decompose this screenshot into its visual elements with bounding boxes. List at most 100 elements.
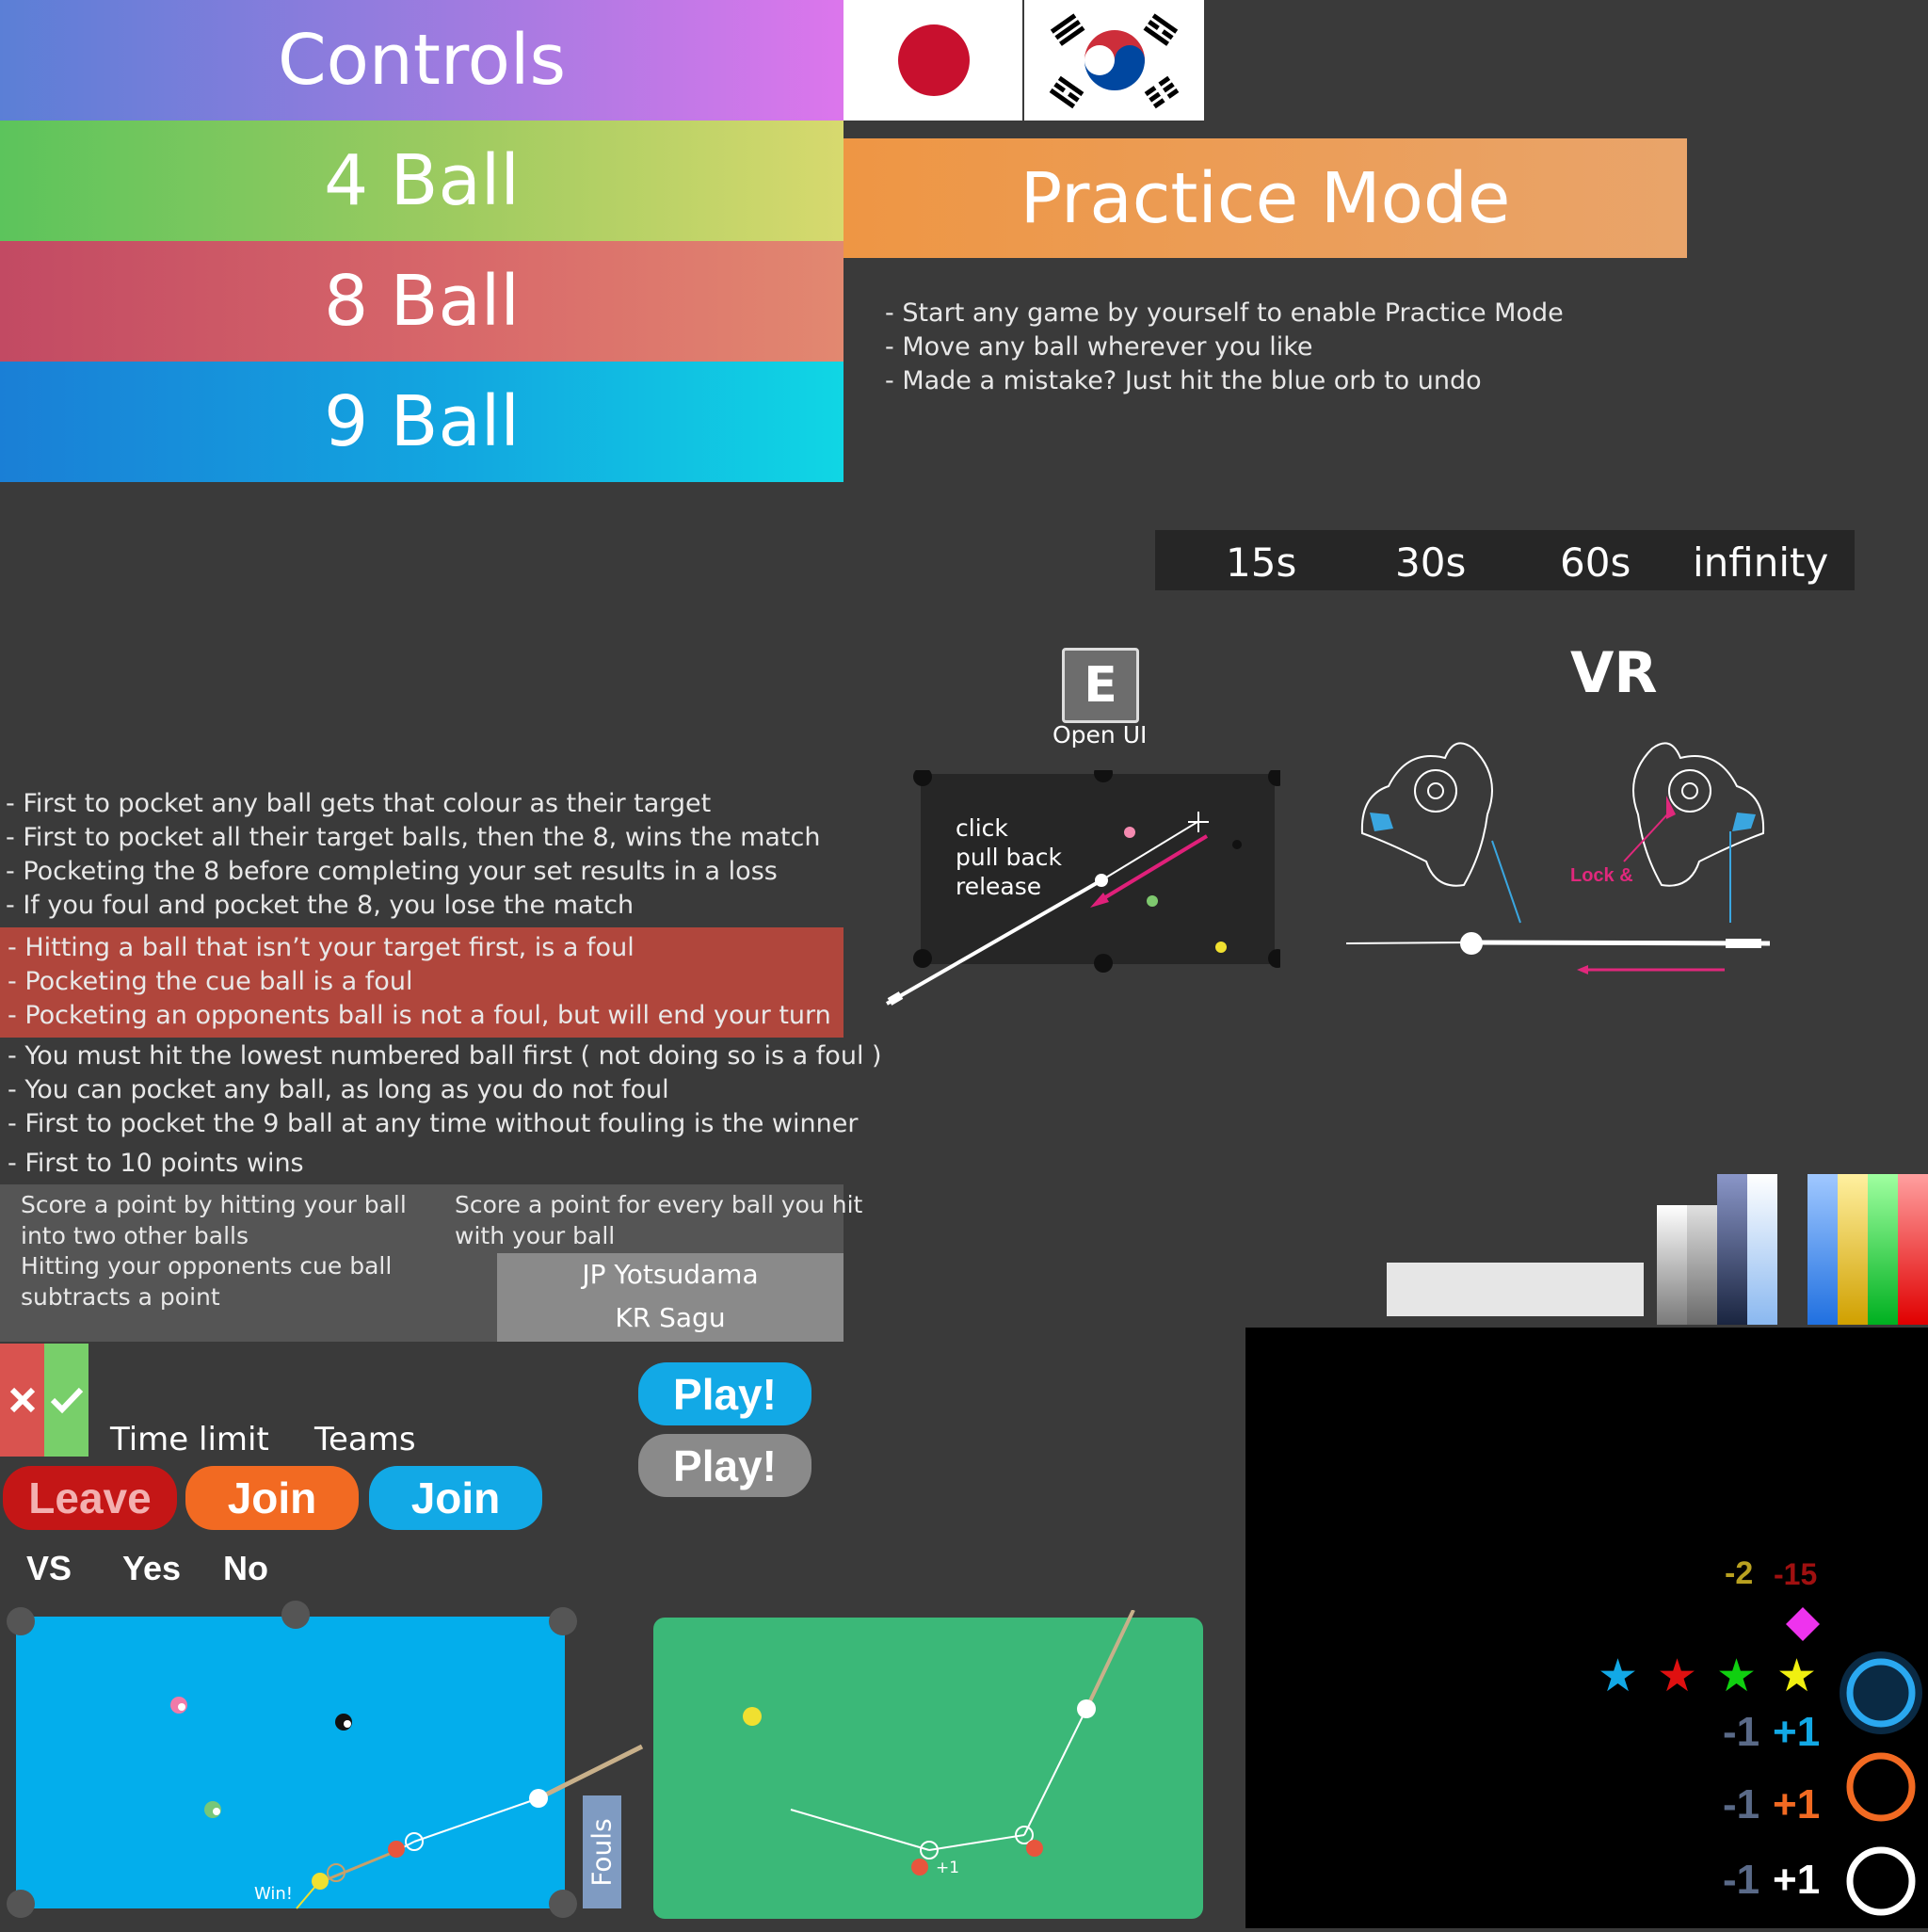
time-option-60s[interactable]: 60s xyxy=(1560,539,1631,586)
check-icon[interactable] xyxy=(44,1344,88,1457)
swatch-sky xyxy=(1747,1174,1777,1325)
fouls-indicator: Fouls xyxy=(583,1795,621,1908)
score-rules-left: Score a point by hitting your ball into … xyxy=(21,1190,407,1312)
korea-flag-icon[interactable] xyxy=(1024,0,1204,121)
rule-8ball: - Pocketing the 8 before completing your… xyxy=(6,857,778,886)
join-blue-button[interactable]: Join xyxy=(369,1466,542,1530)
foul-rule: - Pocketing the cue ball is a foul xyxy=(8,967,413,996)
score-minus-one: -1 xyxy=(1723,1781,1760,1827)
join-orange-button[interactable]: Join xyxy=(185,1466,359,1530)
score-plus-one-orange: +1 xyxy=(1773,1781,1821,1827)
rule-8ball: - If you foul and pocket the 8, you lose… xyxy=(6,891,635,920)
foul-rule: - Pocketing an opponents ball is not a f… xyxy=(8,1001,831,1030)
swatch-navy xyxy=(1717,1174,1747,1325)
score-minus-one: -1 xyxy=(1723,1709,1760,1755)
swatch-light xyxy=(1387,1263,1644,1316)
time-option-30s[interactable]: 30s xyxy=(1395,539,1466,586)
practice-line: - Made a mistake? Just hit the blue orb … xyxy=(885,366,1482,395)
diamond-icon xyxy=(1786,1607,1820,1641)
score-rule-line: Score a point for every ball you hit xyxy=(455,1191,863,1218)
time-option-infinity[interactable]: infinity xyxy=(1693,539,1828,586)
score-rules-right: Score a point for every ball you hit wit… xyxy=(455,1190,862,1251)
team-member: KR Sagu xyxy=(615,1302,726,1333)
rule-8ball: - First to pocket all their target balls… xyxy=(6,823,821,852)
rule-points: - First to 10 points wins xyxy=(8,1149,304,1178)
leave-button-label: Leave xyxy=(28,1473,152,1522)
score-rule-line: Score a point by hitting your ball xyxy=(21,1191,407,1218)
plus-one-label: +1 xyxy=(936,1859,960,1877)
open-ui-caption: Open UI xyxy=(1052,721,1148,749)
time-option-15s[interactable]: 15s xyxy=(1226,539,1296,586)
team-member: JP Yotsudama xyxy=(582,1259,759,1290)
rule-9ball: - You must hit the lowest numbered ball … xyxy=(8,1041,882,1071)
score-plus-one-blue: +1 xyxy=(1773,1709,1821,1755)
vr-controllers-diagram xyxy=(1342,730,1784,984)
ring-icon-orange xyxy=(1838,1744,1924,1830)
eight-ball-tab[interactable]: 8 Ball xyxy=(0,241,844,362)
leave-button[interactable]: Leave xyxy=(3,1466,177,1530)
win-label: Win! xyxy=(254,1884,294,1904)
foul-rule: - Hitting a ball that isn’t your target … xyxy=(8,933,635,962)
instruction-pull-back: pull back xyxy=(956,844,1062,871)
eight-ball-label: 8 Ball xyxy=(324,261,520,342)
rule-9ball: - You can pocket any ball, as long as yo… xyxy=(8,1075,669,1104)
time-limit-label: Time limit xyxy=(110,1421,269,1458)
score-minus-one: -1 xyxy=(1723,1857,1760,1903)
play-button[interactable]: Play! xyxy=(638,1362,811,1425)
swatch-green xyxy=(1868,1174,1898,1325)
play-button-disabled[interactable]: Play! xyxy=(638,1434,811,1497)
swatch-grey xyxy=(1687,1205,1717,1325)
ring-icon-blue xyxy=(1838,1650,1924,1736)
nine-ball-tab[interactable]: 9 Ball xyxy=(0,362,844,482)
yes-label[interactable]: Yes xyxy=(122,1549,181,1588)
score-rule-line: into two other balls xyxy=(21,1221,249,1249)
score-minus-fifteen: -15 xyxy=(1774,1557,1818,1591)
play-button-label: Play! xyxy=(673,1369,777,1419)
star-icon: ★ xyxy=(1776,1650,1818,1702)
cross-icon[interactable] xyxy=(0,1344,44,1457)
japan-flag-icon[interactable] xyxy=(844,0,1022,121)
lock-shoot-label: Lock & xyxy=(1570,866,1633,886)
controls-tab[interactable]: Controls xyxy=(0,0,844,121)
e-key-icon: E xyxy=(1062,648,1139,723)
join-blue-label: Join xyxy=(410,1473,501,1522)
nine-ball-label: 9 Ball xyxy=(324,381,520,462)
play-disabled-label: Play! xyxy=(673,1441,777,1490)
fouls-label: Fouls xyxy=(586,1817,619,1887)
practice-mode-header: Practice Mode xyxy=(844,138,1687,258)
score-hud-area xyxy=(1245,1328,1928,1928)
practice-mode-title: Practice Mode xyxy=(1020,157,1511,239)
pool-table-blue xyxy=(0,1601,650,1928)
join-orange-label: Join xyxy=(227,1473,317,1522)
four-ball-label: 4 Ball xyxy=(324,140,520,221)
rule-8ball: - First to pocket any ball gets that col… xyxy=(6,789,712,818)
score-rule-line: with your ball xyxy=(455,1221,616,1249)
instruction-release: release xyxy=(956,873,1042,900)
lock-label: Lock & xyxy=(1570,865,1633,886)
swatch-red xyxy=(1898,1174,1928,1325)
star-icon: ★ xyxy=(1598,1650,1639,1702)
score-plus-one-white: +1 xyxy=(1773,1857,1821,1903)
score-rule-line: Hitting your opponents cue ball xyxy=(21,1252,393,1280)
ring-icon-white xyxy=(1838,1838,1924,1924)
swatch-white xyxy=(1657,1205,1687,1325)
score-minus-two: -2 xyxy=(1725,1555,1754,1591)
time-limit-selector: 15s 30s 60s infinity xyxy=(1155,530,1855,590)
four-ball-tab[interactable]: 4 Ball xyxy=(0,121,844,241)
vs-label: VS xyxy=(26,1549,72,1587)
score-rule-line: subtracts a point xyxy=(21,1282,220,1311)
instruction-click: click xyxy=(956,814,1008,842)
controls-label: Controls xyxy=(277,20,567,101)
practice-line: - Start any game by yourself to enable P… xyxy=(885,298,1564,328)
teams-label: Teams xyxy=(314,1421,416,1458)
practice-line: - Move any ball wherever you like xyxy=(885,332,1313,362)
pool-table-green xyxy=(653,1609,1209,1928)
rule-9ball: - First to pocket the 9 ball at any time… xyxy=(8,1109,859,1138)
swatch-blue xyxy=(1808,1174,1838,1325)
e-key-label: E xyxy=(1084,657,1117,714)
shot-instructions: click pull back release xyxy=(956,813,1062,901)
star-icon: ★ xyxy=(1716,1650,1758,1702)
teams-list: JP Yotsudama KR Sagu xyxy=(497,1253,844,1342)
no-label[interactable]: No xyxy=(223,1549,268,1588)
desktop-shot-diagram xyxy=(885,764,1287,1015)
